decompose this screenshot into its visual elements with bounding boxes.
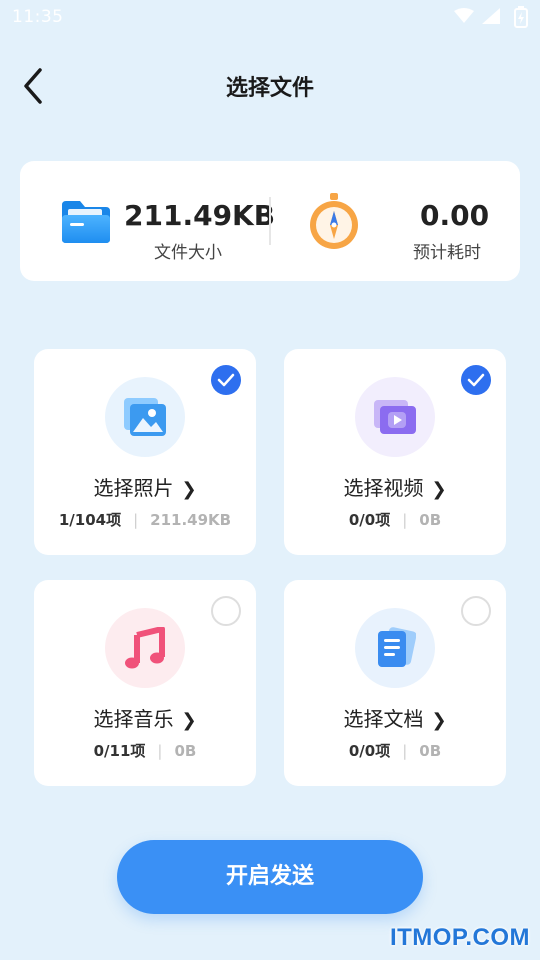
file-size-label: 文件大小: [154, 243, 222, 263]
category-count: 0/11项: [93, 742, 146, 760]
status-time: 11:35: [12, 7, 64, 27]
stats-separator: |: [402, 742, 408, 760]
photo-icon: [124, 398, 166, 436]
summary-divider: [269, 197, 271, 245]
category-size: 0B: [419, 742, 442, 760]
category-checkbox[interactable]: [211, 365, 241, 395]
category-checkbox[interactable]: [211, 596, 241, 626]
category-stats: 1/104项 | 211.49KB: [34, 509, 256, 530]
video-icon-circle: [355, 377, 435, 457]
category-size: 0B: [174, 742, 197, 760]
chevron-right-icon: ❯: [431, 479, 447, 500]
page-title: 选择文件: [225, 76, 314, 101]
category-count: 0/0项: [348, 742, 391, 760]
category-checkbox[interactable]: [461, 596, 491, 626]
category-count: 0/0项: [348, 511, 391, 529]
category-card-videos[interactable]: 选择视频 ❯ 0/0项 | 0B: [284, 349, 506, 555]
stats-separator: |: [402, 511, 408, 529]
music-icon-circle: [105, 608, 185, 688]
folder-icon: [62, 201, 110, 243]
category-title: 选择音乐 ❯: [93, 707, 197, 731]
chevron-right-icon: ❯: [181, 479, 197, 500]
document-icon-circle: [355, 608, 435, 688]
start-send-button[interactable]: 开启发送: [117, 840, 423, 914]
category-stats: 0/0项 | 0B: [284, 509, 506, 530]
stats-separator: |: [133, 511, 139, 529]
category-title: 选择文档 ❯: [343, 707, 447, 731]
category-count: 1/104项: [58, 511, 122, 529]
category-title: 选择照片 ❯: [93, 476, 197, 500]
category-checkbox[interactable]: [461, 365, 491, 395]
estimated-time-label: 预计耗时: [413, 243, 481, 263]
stats-separator: |: [157, 742, 163, 760]
chevron-right-icon: ❯: [431, 710, 447, 731]
estimated-time-value: 0.00: [420, 199, 490, 232]
category-size: 0B: [419, 511, 442, 529]
stopwatch-icon: [310, 193, 358, 249]
category-title: 选择视频 ❯: [343, 476, 447, 500]
wifi-icon: [454, 8, 474, 23]
category-card-music[interactable]: 选择音乐 ❯ 0/11项 | 0B: [34, 580, 256, 786]
check-icon: [217, 373, 235, 387]
chevron-right-icon: ❯: [181, 710, 197, 731]
photo-icon-circle: [105, 377, 185, 457]
music-icon: [125, 627, 165, 669]
signal-icon: [482, 8, 500, 24]
category-stats: 0/11项 | 0B: [34, 740, 256, 761]
document-icon: [378, 627, 416, 667]
category-card-photos[interactable]: 选择照片 ❯ 1/104项 | 211.49KB: [34, 349, 256, 555]
category-stats: 0/0项 | 0B: [284, 740, 506, 761]
category-card-documents[interactable]: 选择文档 ❯ 0/0项 | 0B: [284, 580, 506, 786]
status-bar: 11:35: [0, 0, 540, 34]
check-icon: [467, 373, 485, 387]
battery-icon: [514, 6, 528, 28]
summary-card: 211.49KB 文件大小 0.00 预计耗时: [20, 161, 520, 281]
category-size: 211.49KB: [150, 511, 232, 529]
status-icons: [454, 8, 500, 24]
video-icon: [374, 400, 416, 434]
watermark: ITMOP.COM: [389, 924, 530, 951]
file-size-value: 211.49KB: [124, 199, 276, 232]
